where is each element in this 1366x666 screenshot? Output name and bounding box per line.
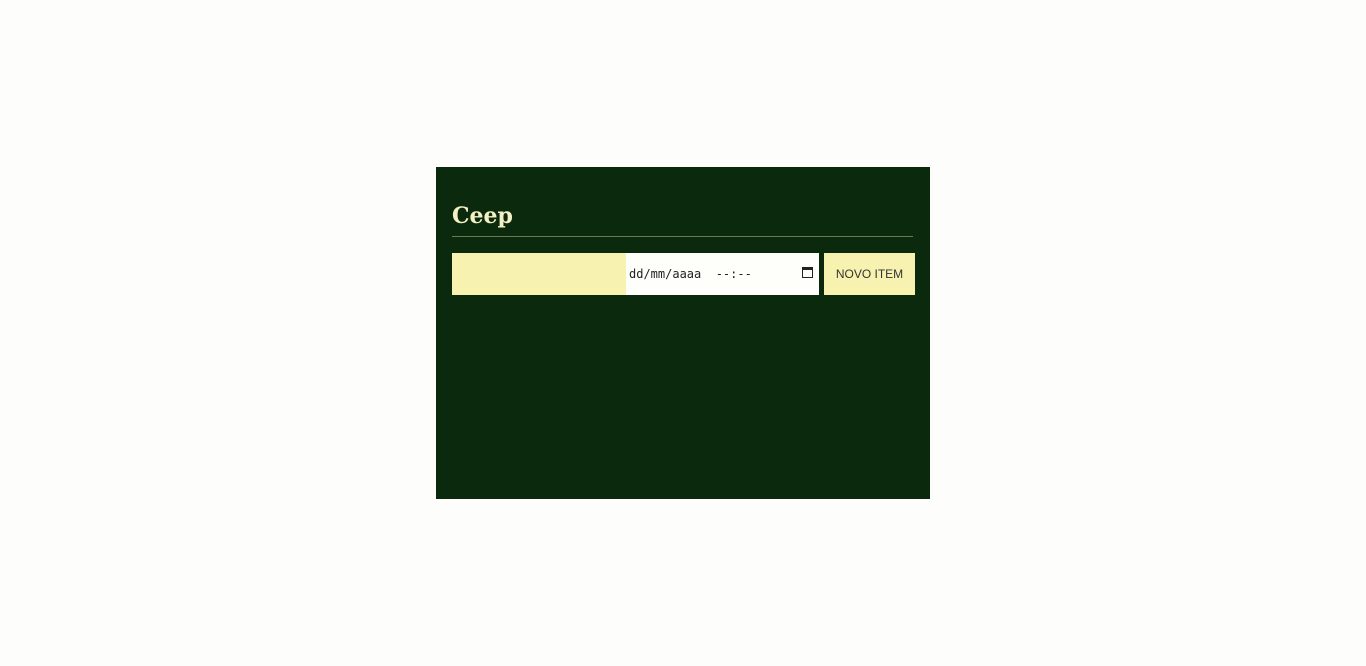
datetime-input[interactable]: dd/mm/aaaa --:-- (626, 253, 819, 295)
divider (452, 236, 913, 237)
ceep-card: Ceep dd/mm/aaaa --:-- NOVO ITEM (436, 167, 930, 499)
datetime-placeholder: dd/mm/aaaa --:-- (629, 267, 752, 281)
item-text-input[interactable] (452, 253, 626, 295)
app-title: Ceep (452, 203, 513, 229)
calendar-icon[interactable] (802, 267, 813, 278)
new-item-form: dd/mm/aaaa --:-- NOVO ITEM (452, 253, 915, 295)
new-item-button[interactable]: NOVO ITEM (824, 253, 915, 295)
